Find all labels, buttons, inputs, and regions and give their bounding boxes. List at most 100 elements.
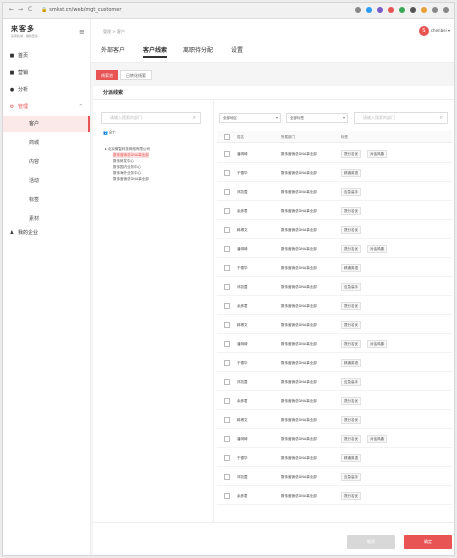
row-checkbox[interactable] <box>224 208 230 214</box>
browser-extension-icon[interactable] <box>432 7 438 13</box>
table-row[interactable]: 潘玥琦 数传营销总DNA事业部 提分名优 对话风趣 <box>217 430 452 448</box>
row-checkbox[interactable] <box>224 151 230 157</box>
forward-arrow-icon[interactable]: → <box>18 6 23 14</box>
browser-extension-icon[interactable] <box>399 7 405 13</box>
cell-dept: 数传营销总DNA事业部 <box>281 209 317 213</box>
row-checkbox[interactable] <box>224 303 230 309</box>
sidebar-subitem-customers[interactable]: 客户 <box>3 116 90 132</box>
search-icon[interactable]: ⌕ <box>193 113 196 123</box>
reload-icon[interactable]: C <box>28 6 32 14</box>
user-menu[interactable]: Schenbei ▾ <box>418 26 450 36</box>
tag-badge: 提分名优 <box>341 321 361 329</box>
marketing-icon: ■ <box>9 70 15 76</box>
tab-external-customers[interactable]: 外部客户 <box>101 46 125 56</box>
row-checkbox[interactable] <box>224 493 230 499</box>
table-row[interactable]: 邓凯茵 数传营销总DNA事业部 应急高手 <box>217 468 452 486</box>
select-all-checkbox[interactable] <box>224 134 230 140</box>
cell-name: 韩博文 <box>237 418 248 422</box>
assign-leads-panel: 分派线索 请输入搜索的部门 ⌕ 👥 8个 ▸ 北京微智科技网络有限公司 数传营销总… <box>93 86 454 555</box>
row-checkbox[interactable] <box>224 170 230 176</box>
row-checkbox[interactable] <box>224 360 230 366</box>
sidebar-item-analytics[interactable]: ● 分析 <box>9 84 85 96</box>
sidebar-subitem-content[interactable]: 内容 <box>3 154 90 170</box>
browser-extension-icon[interactable] <box>355 7 361 13</box>
cell-dept: 数传营销总DNA事业部 <box>281 494 317 498</box>
row-checkbox[interactable] <box>224 322 230 328</box>
browser-extension-icon[interactable] <box>410 7 416 13</box>
cell-dept: 数传营销总DNA事业部 <box>281 247 317 251</box>
search-icon[interactable]: ⌕ <box>440 113 443 123</box>
table-row[interactable]: 韩博文 数传营销总DNA事业部 提分名优 <box>217 316 452 334</box>
back-arrow-icon[interactable]: ← <box>9 6 14 14</box>
table-row[interactable]: 潘玥琦 数传营销总DNA事业部 提分名优 对话风趣 <box>217 335 452 353</box>
sidebar-item-home[interactable]: ■ 首页 <box>9 50 85 62</box>
cell-dept: 数传营销总DNA事业部 <box>281 304 317 308</box>
tag-badge: 应急高手 <box>341 188 361 196</box>
tab-settings[interactable]: 设置 <box>231 46 243 56</box>
table-row[interactable]: 余彦君 数传营销总DNA事业部 提分名优 <box>217 297 452 315</box>
lead-pool-button[interactable]: 线索池 <box>96 70 118 80</box>
row-checkbox[interactable] <box>224 379 230 385</box>
browser-extension-icon[interactable] <box>421 7 427 13</box>
row-checkbox[interactable] <box>224 417 230 423</box>
row-checkbox[interactable] <box>224 398 230 404</box>
sidebar-subitem-materials[interactable]: 素材 <box>3 211 90 227</box>
dept-tree-node[interactable]: 数传营销总DNA事业部 <box>113 176 149 182</box>
sidebar-subitem-mall[interactable]: 商城 <box>3 135 90 151</box>
browser-extension-icon[interactable] <box>443 7 449 13</box>
cell-dept: 数传营销总DNA事业部 <box>281 152 317 156</box>
tab-customer-leads[interactable]: 客户线索 <box>143 46 168 58</box>
row-checkbox[interactable] <box>224 189 230 195</box>
converted-leads-button[interactable]: 已转化线索 <box>120 70 152 80</box>
cancel-button[interactable]: 取消 <box>347 535 395 549</box>
row-checkbox[interactable] <box>224 341 230 347</box>
browser-extension-icon[interactable] <box>377 7 383 13</box>
cell-name: 潘玥琦 <box>237 342 248 346</box>
sidebar-item-enterprise[interactable]: ♟ 我的企业 <box>9 227 85 239</box>
member-count-text: 8个 <box>109 130 116 135</box>
avatar: S <box>418 26 429 36</box>
table-row[interactable]: 韩博文 数传营销总DNA事业部 提分名优 <box>217 221 452 239</box>
row-checkbox[interactable] <box>224 455 230 461</box>
table-row[interactable]: 于德华 数传营销总DNA事业部 精通英语 <box>217 164 452 182</box>
dept-search-input[interactable]: 请输入搜索的部门 ⌕ <box>101 112 201 124</box>
row-checkbox[interactable] <box>224 265 230 271</box>
table-row[interactable]: 邓凯茵 数传营销总DNA事业部 应急高手 <box>217 183 452 201</box>
table-row[interactable]: 余彦君 数传营销总DNA事业部 提分名优 <box>217 487 452 505</box>
row-checkbox[interactable] <box>224 227 230 233</box>
table-row[interactable]: 余彦君 数传营销总DNA事业部 提分名优 <box>217 202 452 220</box>
cell-name: 余彦君 <box>237 399 248 403</box>
region-select[interactable]: 全部地区 ▾ <box>219 113 281 123</box>
sidebar-item-management[interactable]: ⚙ 管理 ^ <box>9 101 85 113</box>
row-checkbox[interactable] <box>224 474 230 480</box>
tab-resigned-pending[interactable]: 离职待分配 <box>183 46 213 56</box>
browser-extension-icon[interactable] <box>388 7 394 13</box>
confirm-button[interactable]: 确定 <box>404 535 452 549</box>
cell-name: 邓凯茵 <box>237 285 248 289</box>
table-row[interactable]: 邓凯茵 数传营销总DNA事业部 应急高手 <box>217 373 452 391</box>
table-header: 姓名 所属部门 标签 <box>217 131 452 143</box>
name-search-input[interactable]: 请输入搜索的部门 ⌕ <box>354 112 448 124</box>
row-checkbox[interactable] <box>224 246 230 252</box>
sidebar-subitem-activity[interactable]: 活动 <box>3 173 90 189</box>
table-row[interactable]: 余彦君 数传营销总DNA事业部 提分名优 <box>217 392 452 410</box>
tag-select[interactable]: 全部标签 ▾ <box>286 113 348 123</box>
table-row[interactable]: 于德华 数传营销总DNA事业部 精通英语 <box>217 259 452 277</box>
sidebar-subitem-tags[interactable]: 标签 <box>3 192 90 208</box>
table-row[interactable]: 潘玥琦 数传营销总DNA事业部 提分名优 对话风趣 <box>217 145 452 163</box>
address-bar[interactable]: 🔒 smkst.cn/web/mgt_customer <box>41 6 121 14</box>
table-row[interactable]: 于德华 数传营销总DNA事业部 精通英语 <box>217 449 452 467</box>
row-checkbox[interactable] <box>224 436 230 442</box>
sidebar-item-marketing[interactable]: ■ 营销 <box>9 67 85 79</box>
table-row[interactable]: 邓凯茵 数传营销总DNA事业部 应急高手 <box>217 278 452 296</box>
column-header-dept: 所属部门 <box>281 135 295 139</box>
row-checkbox[interactable] <box>224 284 230 290</box>
cell-dept: 数传营销总DNA事业部 <box>281 475 317 479</box>
menu-collapse-icon[interactable]: ≡ <box>79 28 85 36</box>
browser-extension-icon[interactable] <box>366 7 372 13</box>
table-row[interactable]: 于德华 数传营销总DNA事业部 精通英语 <box>217 354 452 372</box>
table-row[interactable]: 韩博文 数传营销总DNA事业部 提分名优 <box>217 411 452 429</box>
table-row[interactable]: 潘玥琦 数传营销总DNA事业部 提分名优 对话风趣 <box>217 240 452 258</box>
tag-badge: 精通英语 <box>341 454 361 462</box>
members-icon: 👥 <box>103 130 108 135</box>
